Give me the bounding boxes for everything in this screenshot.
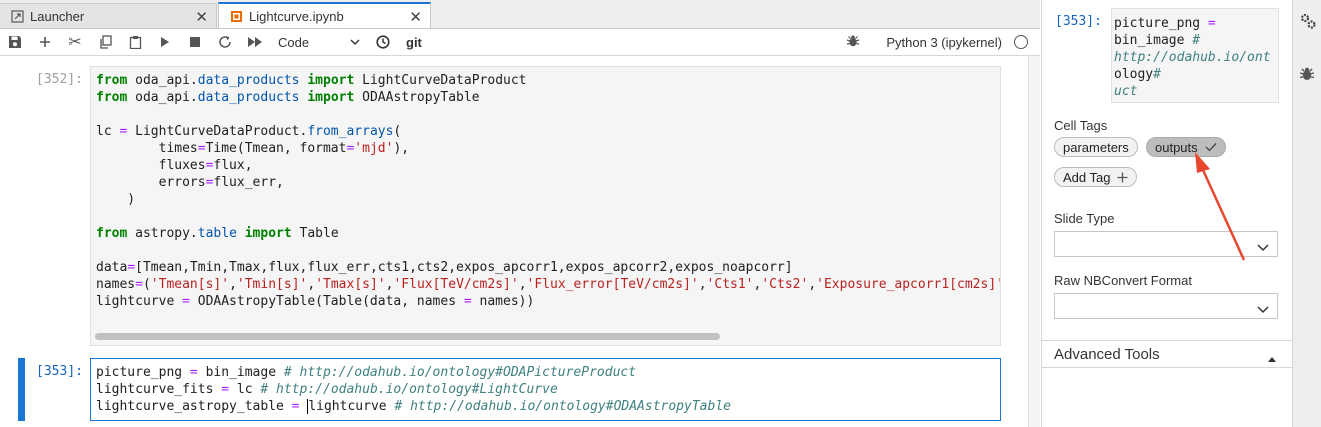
cell-preview-prompt: [353]: <box>1055 14 1102 29</box>
git-button[interactable]: git <box>406 35 422 50</box>
cut-icon[interactable]: ✂ <box>60 29 90 55</box>
cell-preview: picture_png = bin_image # http://odahub.… <box>1111 8 1279 103</box>
horizontal-scrollbar[interactable] <box>95 333 720 340</box>
tab-launcher[interactable]: Launcher ✕ <box>0 3 217 28</box>
tag-outputs[interactable]: outputs <box>1146 137 1226 157</box>
notebook-toolbar: ✂ Code git Python 3 (ipykernel) <box>0 29 1040 56</box>
cell-type-value: Code <box>278 34 310 50</box>
add-cell-icon[interactable] <box>30 29 60 55</box>
cell-code[interactable]: from oda_api.data_products import LightC… <box>91 67 1000 310</box>
add-tag-button[interactable]: Add Tag <box>1054 167 1138 187</box>
tab-label: Lightcurve.ipynb <box>249 8 344 24</box>
notebook-icon <box>229 9 243 23</box>
notebook-scrollbar[interactable] <box>1028 56 1040 427</box>
close-icon[interactable]: ✕ <box>195 8 208 26</box>
kernel-status[interactable]: Python 3 (ipykernel) <box>886 29 1028 55</box>
debugger-icon[interactable] <box>1299 66 1315 87</box>
save-icon[interactable] <box>0 29 30 55</box>
chevron-down-icon <box>1257 301 1269 319</box>
property-inspector: [353]: picture_png = bin_image # http://… <box>1041 0 1292 427</box>
fast-forward-icon[interactable] <box>240 29 270 55</box>
cell-prompt: [352]: <box>36 72 83 87</box>
clock-icon[interactable] <box>368 29 398 55</box>
advanced-tools-header[interactable]: Advanced Tools <box>1042 340 1292 368</box>
copy-icon[interactable] <box>90 29 120 55</box>
property-inspector-icon[interactable] <box>1299 12 1317 35</box>
tag-label: outputs <box>1155 139 1198 155</box>
cell-type-select[interactable]: Code <box>278 35 368 50</box>
launcher-icon <box>10 9 24 23</box>
tab-notebook[interactable]: Lightcurve.ipynb ✕ <box>218 2 431 28</box>
chevron-down-icon <box>1257 239 1269 257</box>
stop-icon[interactable] <box>180 29 210 55</box>
active-cell-indicator <box>18 358 25 421</box>
cell-tags-label: Cell Tags <box>1054 118 1108 133</box>
raw-format-select[interactable] <box>1054 293 1278 319</box>
add-tag-label: Add Tag <box>1063 169 1111 185</box>
raw-format-label: Raw NBConvert Format <box>1054 273 1192 288</box>
right-sidebar <box>1292 0 1321 427</box>
chevron-down-icon <box>350 33 360 48</box>
paste-icon[interactable] <box>120 29 150 55</box>
code-cell-353[interactable]: picture_png = bin_image # http://odahub.… <box>90 358 1001 421</box>
tab-label: Launcher <box>30 8 85 24</box>
slide-type-label: Slide Type <box>1054 211 1115 226</box>
cell-prompt: [353]: <box>36 364 83 379</box>
notebook-panel: [352]: from oda_api.data_products import… <box>0 56 1040 427</box>
tag-parameters[interactable]: parameters <box>1054 137 1138 157</box>
kernel-idle-icon <box>1014 35 1028 49</box>
plus-icon <box>1117 172 1128 183</box>
cell-code[interactable]: picture_png = bin_image # http://odahub.… <box>91 359 1000 415</box>
caret-up-icon <box>1268 349 1276 367</box>
run-icon[interactable] <box>150 29 180 55</box>
code-cell-352[interactable]: from oda_api.data_products import LightC… <box>90 66 1001 346</box>
check-icon <box>1205 142 1217 152</box>
restart-icon[interactable] <box>210 29 240 55</box>
close-icon[interactable]: ✕ <box>409 8 422 26</box>
kernel-name-label: Python 3 (ipykernel) <box>886 34 1002 50</box>
tag-label: parameters <box>1063 139 1129 155</box>
tab-bar: Launcher ✕ Lightcurve.ipynb ✕ <box>0 0 1040 29</box>
slide-type-select[interactable] <box>1054 231 1278 257</box>
advanced-tools-label: Advanced Tools <box>1054 346 1160 363</box>
debugger-icon[interactable] <box>846 34 860 53</box>
